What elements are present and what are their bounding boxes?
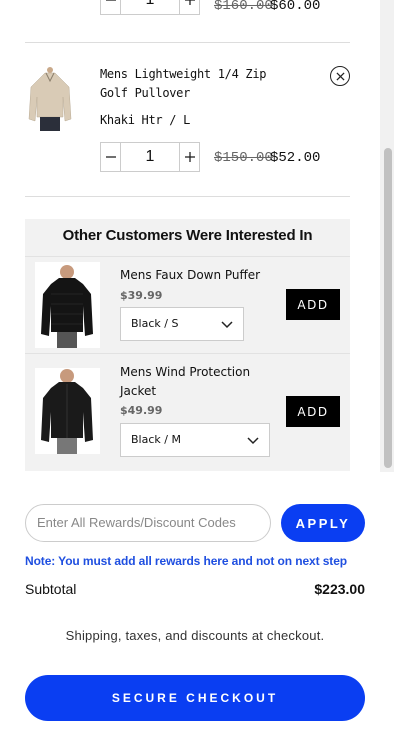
scrollbar-thumb[interactable] [384, 148, 392, 468]
puffer-jacket-image [35, 262, 100, 348]
sale-price: $52.00 [270, 150, 321, 166]
product-image[interactable] [35, 262, 100, 348]
subtotal-label: Subtotal [25, 581, 77, 597]
minus-icon [105, 0, 116, 1]
divider [25, 256, 350, 257]
increase-quantity-button[interactable] [179, 0, 200, 15]
wind-jacket-image [35, 368, 100, 454]
plus-icon [184, 152, 195, 162]
quantity-stepper[interactable]: 1 [100, 0, 200, 15]
shipping-note: Shipping, taxes, and discounts at checko… [65, 628, 325, 643]
scrollbar[interactable] [380, 0, 394, 472]
pullover-image [25, 67, 75, 135]
quantity-stepper[interactable]: 1 [100, 142, 200, 172]
product-variant: Khaki Htr / L [100, 113, 191, 127]
divider [25, 196, 350, 197]
variant-select-value: Black / M [131, 433, 181, 446]
quantity-input[interactable]: 1 [121, 142, 179, 172]
subtotal-value: $223.00 [314, 581, 365, 597]
variant-select[interactable]: Black / S [120, 307, 244, 341]
remove-item-button[interactable] [330, 66, 350, 86]
minus-icon [105, 156, 116, 158]
chevron-down-icon [221, 321, 233, 329]
add-to-cart-button[interactable]: ADD [286, 289, 340, 320]
original-price: $150.00 [214, 150, 273, 166]
original-price: $160.00 [214, 0, 273, 14]
upsell-section: Other Customers Were Interested In Mens … [25, 219, 350, 471]
rewards-note: Note: You must add all rewards here and … [25, 554, 348, 568]
discount-code-input[interactable]: Enter All Rewards/Discount Codes [25, 504, 271, 542]
apply-discount-button[interactable]: APPLY [281, 504, 365, 542]
variant-select-value: Black / S [131, 317, 179, 330]
sale-price: $60.00 [270, 0, 321, 14]
product-title[interactable]: Mens Lightweight 1/4 Zip Golf Pullover [100, 65, 280, 103]
quantity-input[interactable]: 1 [121, 0, 179, 15]
product-image[interactable] [25, 67, 75, 135]
divider [25, 353, 350, 354]
decrease-quantity-button[interactable] [100, 0, 121, 15]
plus-icon [184, 0, 195, 5]
secure-checkout-button[interactable]: SECURE CHECKOUT [25, 675, 365, 721]
upsell-product-name[interactable]: Mens Wind Protection Jacket [120, 363, 270, 401]
decrease-quantity-button[interactable] [100, 142, 121, 172]
add-to-cart-button[interactable]: ADD [286, 396, 340, 427]
upsell-product-name[interactable]: Mens Faux Down Puffer [120, 266, 280, 285]
variant-select[interactable]: Black / M [120, 423, 270, 457]
product-image[interactable] [35, 368, 100, 454]
chevron-down-icon [247, 437, 259, 445]
divider [25, 42, 350, 43]
upsell-title: Other Customers Were Interested In [62, 227, 313, 244]
cart-scroll-area[interactable]: 1 $160.00 $60.00 Mens Lightweight 1/4 Zi… [0, 0, 380, 472]
close-icon [335, 71, 345, 81]
increase-quantity-button[interactable] [179, 142, 200, 172]
upsell-product-price: $49.99 [120, 404, 163, 417]
upsell-product-price: $39.99 [120, 289, 163, 302]
